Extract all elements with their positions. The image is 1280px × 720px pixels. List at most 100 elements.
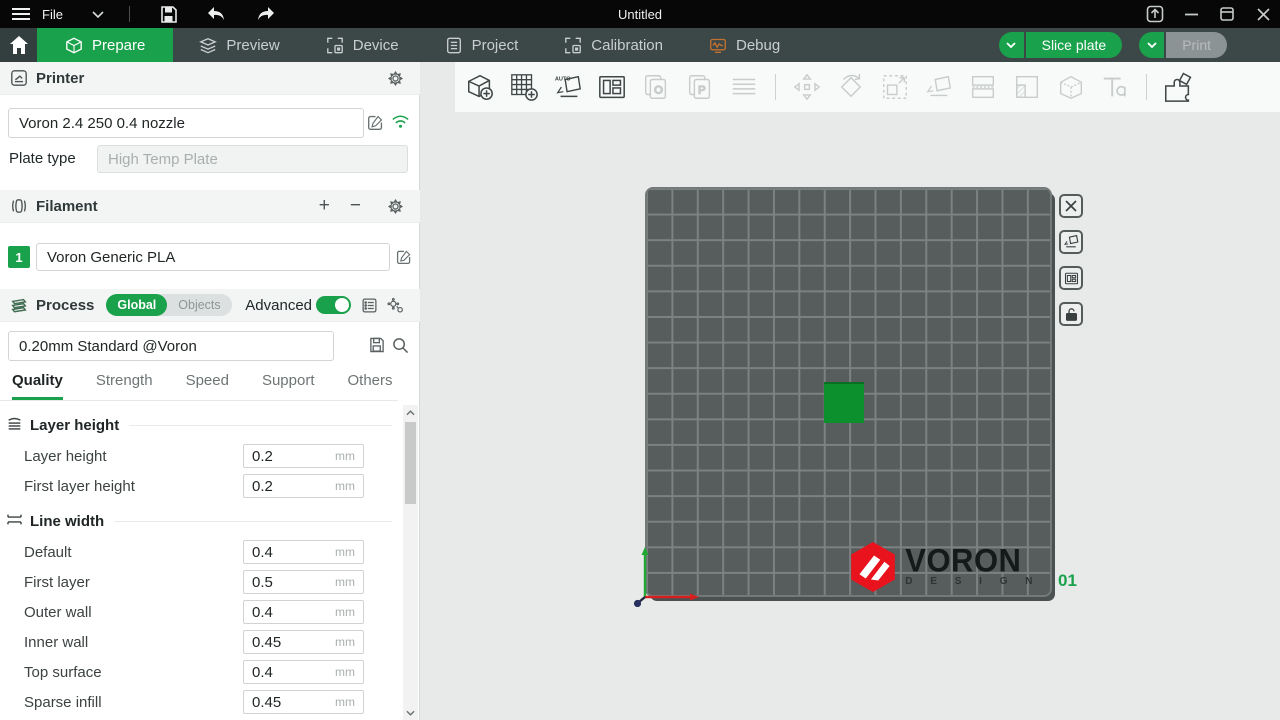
maximize-button[interactable] [1216,3,1238,25]
scope-global[interactable]: Global [106,294,167,316]
parameter-search-gear-icon[interactable] [386,297,404,314]
assembly-view-icon[interactable] [1162,71,1194,103]
tab-calibration[interactable]: Calibration [544,28,683,62]
remove-filament-icon[interactable]: − [350,195,361,217]
minimize-button[interactable] [1180,3,1202,25]
print-button[interactable]: Print [1166,32,1227,58]
tab-project[interactable]: Project [425,28,539,62]
settings-group-header: Layer height [0,410,398,441]
redo-icon[interactable] [254,3,276,25]
wifi-connection-icon[interactable] [392,115,409,129]
tab-prepare-label: Prepare [92,37,145,54]
rotate-icon[interactable] [835,71,867,103]
setting-label: Top surface [24,664,102,681]
search-preset-icon[interactable] [392,337,409,354]
filament-settings-gear-icon[interactable] [387,198,404,215]
add-filament-icon[interactable]: + [319,195,330,217]
project-icon [445,36,463,54]
setting-unit: mm [335,665,355,679]
process-preset-value: 0.20mm Standard @Voron [19,338,197,355]
print-options-dropdown[interactable] [1139,32,1164,58]
filament-preset-combo[interactable]: Voron Generic PLA [36,243,390,271]
tab-device[interactable]: Device [306,28,419,62]
chevron-down-icon[interactable] [87,3,109,25]
setting-input[interactable]: 0.4mm [243,600,364,624]
process-tab-quality[interactable]: Quality [12,372,63,400]
scope-objects[interactable]: Objects [167,294,231,316]
viewport-3d[interactable]: AUTO O P [421,62,1280,720]
variable-layer-height-icon[interactable] [728,71,760,103]
scroll-up-arrow[interactable] [403,405,418,420]
setting-input[interactable]: 0.45mm [243,690,364,714]
setting-value: 0.4 [252,604,273,621]
plate-type-combo[interactable]: High Temp Plate [97,145,408,173]
setting-input[interactable]: 0.2mm [243,474,364,498]
tab-preview[interactable]: Preview [179,28,299,62]
parameter-list-icon[interactable] [361,297,378,314]
tab-debug-label: Debug [736,37,780,54]
cut-icon[interactable] [1011,71,1043,103]
advanced-toggle[interactable] [316,296,351,314]
file-menu[interactable]: File [42,7,63,22]
hamburger-menu-icon[interactable] [10,3,32,25]
orient-plate-button[interactable] [1059,230,1083,254]
scrollbar-thumb[interactable] [405,422,416,504]
setting-input[interactable]: 0.4mm [243,540,364,564]
paste-objects-icon[interactable]: P [684,71,716,103]
arrange-plate-button[interactable] [1059,266,1083,290]
setting-input[interactable]: 0.2mm [243,444,364,468]
build-plate[interactable]: VORON D E S I G N [645,187,1052,597]
filament-slot-badge[interactable]: 1 [8,246,30,268]
scroll-down-arrow[interactable] [403,705,418,720]
add-plate-icon[interactable] [508,71,540,103]
setting-row: First layer0.5mm [0,567,398,597]
text-tool-icon[interactable] [1099,71,1131,103]
save-icon[interactable] [158,3,180,25]
device-icon [326,36,344,54]
printer-section-title: Printer [36,70,84,87]
settings-scrollbar[interactable] [403,405,418,720]
home-button[interactable] [0,28,37,62]
lock-plate-button[interactable] [1059,302,1083,326]
tab-preview-label: Preview [226,37,279,54]
printer-preset-combo[interactable]: Voron 2.4 250 0.4 nozzle [8,108,364,138]
upload-share-icon[interactable] [1144,3,1166,25]
slice-plate-button[interactable]: Slice plate [1026,32,1123,58]
arrange-icon[interactable] [596,71,628,103]
toolbar-divider-2 [1146,74,1147,100]
toolbar-divider [775,74,776,100]
close-button[interactable] [1252,3,1274,25]
setting-row: Inner wall 0.45mm [0,627,398,657]
slice-options-dropdown[interactable] [999,32,1024,58]
auto-orient-icon[interactable]: AUTO [552,71,584,103]
add-object-icon[interactable] [464,71,496,103]
tab-prepare[interactable]: Prepare [37,28,173,62]
setting-input[interactable]: 0.5mm [243,570,364,594]
setting-row: Top surface 0.4mm [0,657,398,687]
process-tab-speed[interactable]: Speed [186,372,229,397]
process-tab-strength[interactable]: Strength [96,372,153,397]
move-icon[interactable] [791,71,823,103]
setting-input[interactable]: 0.4mm [243,660,364,684]
edit-printer-icon[interactable] [367,114,384,131]
process-tab-support[interactable]: Support [262,372,315,397]
process-tab-others[interactable]: Others [348,372,393,397]
lay-on-face-icon[interactable] [923,71,955,103]
setting-unit: mm [335,635,355,649]
delete-plate-button[interactable] [1059,194,1083,218]
model-object-cube[interactable] [824,382,864,423]
split-icon[interactable] [967,71,999,103]
setting-row: Outer wall0.4mm [0,597,398,627]
tab-debug[interactable]: Debug [689,28,800,62]
undo-icon[interactable] [206,3,228,25]
setting-input[interactable]: 0.45mm [243,630,364,654]
process-preset-combo[interactable]: 0.20mm Standard @Voron [8,331,334,361]
setting-label: Inner wall [24,634,88,651]
save-preset-icon[interactable] [369,337,385,353]
edit-filament-icon[interactable] [396,249,412,265]
mesh-boolean-icon[interactable] [1055,71,1087,103]
printer-settings-gear-icon[interactable] [387,70,404,87]
setting-label: Layer height [24,448,107,465]
scale-icon[interactable] [879,71,911,103]
copy-objects-icon[interactable]: O [640,71,672,103]
